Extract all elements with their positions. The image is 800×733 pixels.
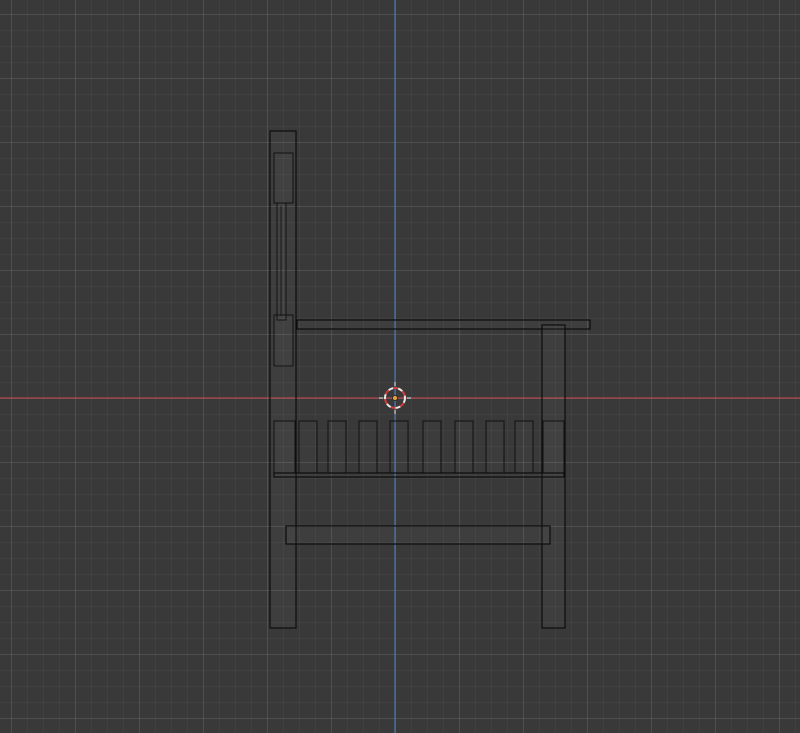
- scene-canvas[interactable]: [0, 0, 800, 733]
- chair-back-panel-upper[interactable]: [273, 152, 294, 204]
- chair-stretcher[interactable]: [285, 525, 551, 545]
- seat-slat[interactable]: [542, 420, 565, 474]
- seat-slat[interactable]: [358, 420, 378, 474]
- chair-seat-rail[interactable]: [273, 472, 565, 478]
- chair-back-panel-lower[interactable]: [273, 314, 294, 367]
- seat-slat[interactable]: [298, 420, 318, 474]
- seat-slat[interactable]: [454, 420, 474, 474]
- object-origin-icon: [392, 395, 398, 401]
- seat-slat[interactable]: [485, 420, 505, 474]
- seat-slat[interactable]: [273, 420, 296, 474]
- chair-back-slat[interactable]: [276, 202, 287, 321]
- seat-slat[interactable]: [514, 420, 534, 474]
- 3d-viewport[interactable]: [0, 0, 800, 733]
- seat-slat[interactable]: [327, 420, 347, 474]
- seat-slat[interactable]: [422, 420, 442, 474]
- chair-mesh[interactable]: [269, 130, 591, 629]
- seat-slat[interactable]: [389, 420, 409, 474]
